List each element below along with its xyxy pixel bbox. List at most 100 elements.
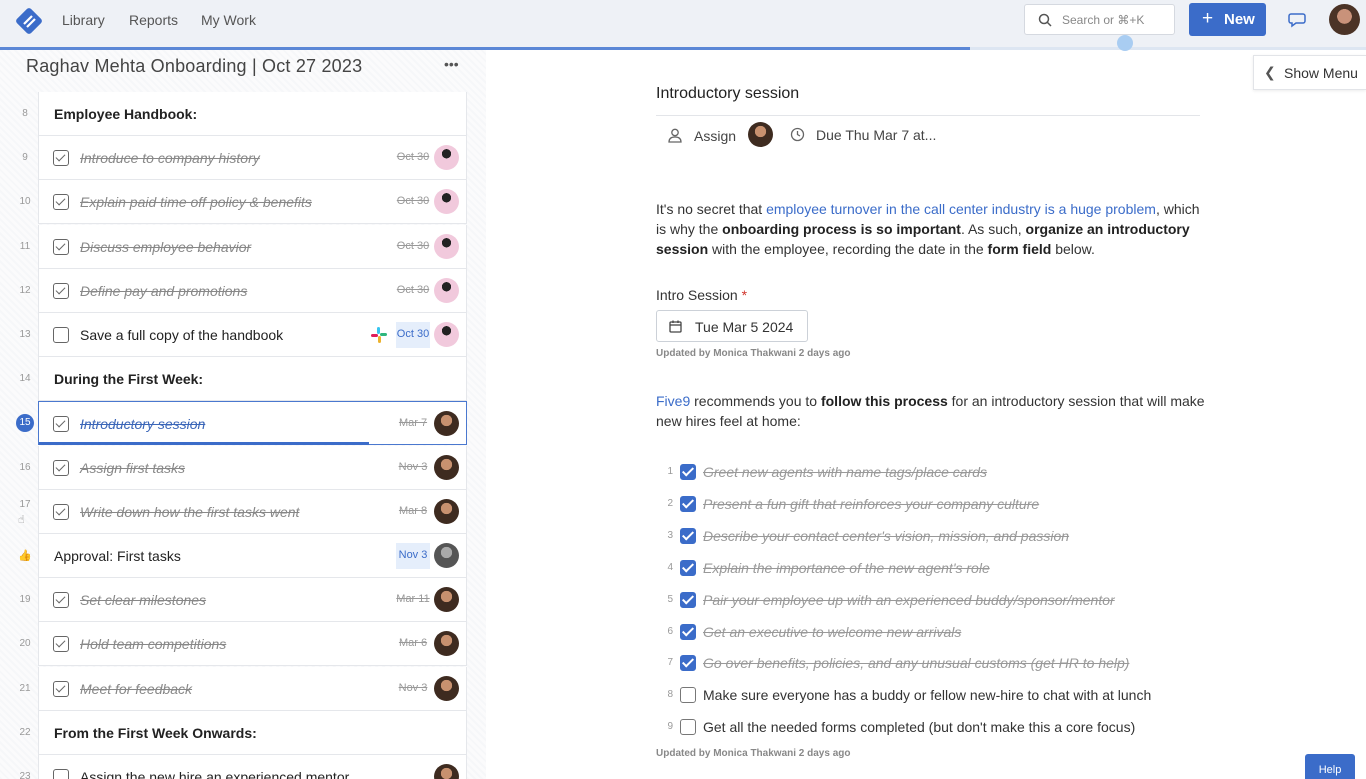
row-number: 12 [19,284,31,296]
item-checkbox[interactable] [680,495,696,512]
due-date-badge[interactable]: Oct 30 [396,150,430,164]
checklist-title[interactable]: Raghav Mehta Onboarding | Oct 27 2023 [26,56,362,77]
assignee-avatar[interactable] [434,233,459,259]
due-date-badge[interactable]: Nov 3 [396,460,430,474]
due-date-badge[interactable]: Oct 30 [396,194,430,208]
slack-icon[interactable] [370,326,388,344]
search-input[interactable]: Search or ⌘+K [1024,4,1175,35]
task-checkbox[interactable] [53,282,69,299]
checklist-item[interactable]: 7 Go over benefits, policies, and any unu… [664,653,1224,675]
assignee-avatar[interactable] [434,631,459,657]
due-date-badge[interactable]: Nov 3 [396,543,430,569]
task-label: Introductory session [80,416,206,433]
intro-text: with the employee, recording the date in… [708,241,988,257]
show-menu-button[interactable]: ❮ Show Menu [1253,55,1366,90]
task-checkbox[interactable] [53,636,69,653]
task-row[interactable]: Meet for feedback Nov 3 [38,666,467,711]
task-checkbox[interactable] [53,416,69,433]
item-checkbox[interactable] [680,687,696,704]
assignee-avatar[interactable] [434,411,459,437]
task-row[interactable]: Assign first tasks Nov 3 [38,445,467,490]
task-row[interactable]: Hold team competitions Mar 6 [38,622,467,667]
item-number: 8 [667,689,673,701]
title-divider [656,115,1200,116]
chat-icon[interactable] [1288,12,1306,28]
task-checkbox[interactable] [53,238,69,255]
task-checkbox[interactable] [53,503,69,520]
due-date-badge[interactable]: Oct 30 [396,239,430,253]
due-date-badge[interactable]: Nov 3 [396,681,430,695]
checklist-item[interactable]: 2 Present a fun gift that reinforces your… [664,494,1224,516]
task-checkbox[interactable] [53,769,69,779]
task-row[interactable]: Introductory session Mar 7 [38,401,467,446]
checklist-item[interactable]: 4 Explain the importance of the new agent… [664,558,1224,580]
due-date-badge[interactable]: Oct 30 [396,283,430,297]
due-date-badge[interactable]: Oct 30 [396,322,430,348]
checklist-item[interactable]: 6 Get an executive to welcome new arrival… [664,622,1224,644]
task-label: Approval: First tasks [54,548,181,564]
assignee-avatar[interactable] [748,122,773,147]
assignee-avatar[interactable] [434,543,459,568]
section-header[interactable]: During the First Week: [38,357,467,402]
checklist-item[interactable]: 8 Make sure everyone has a buddy or fello… [664,685,1224,707]
turnover-link[interactable]: employee turnover in the call center ind… [766,201,1156,217]
more-options-icon[interactable]: ••• [444,56,459,72]
item-checkbox[interactable] [680,559,696,576]
due-date-badge[interactable]: Mar 11 [396,592,430,606]
task-row[interactable]: Set clear milestones Mar 11 [38,578,467,623]
new-button[interactable]: + New [1189,3,1266,36]
task-row[interactable]: Explain paid time off policy & benefits O… [38,180,467,225]
checklist-item[interactable]: 9 Get all the needed forms completed (but… [664,717,1224,739]
app-logo[interactable] [14,6,44,36]
help-button[interactable]: Help [1305,754,1355,779]
due-date-badge[interactable]: Mar 6 [396,636,430,650]
nav-my-work[interactable]: My Work [201,12,256,28]
item-checkbox[interactable] [680,623,696,640]
assignee-avatar[interactable] [434,454,459,480]
assignee-avatar[interactable] [434,675,459,701]
assignee-avatar[interactable] [434,189,459,215]
assignee-avatar[interactable] [434,764,459,779]
assignee-avatar[interactable] [434,322,459,347]
checklist-item[interactable]: 3 Describe your contact center's vision, … [664,526,1224,548]
task-checkbox[interactable] [53,680,69,697]
assign-button[interactable]: Assign [694,128,736,144]
assignee-avatar[interactable] [434,587,459,613]
intro-session-date-field[interactable]: Tue Mar 5 2024 [656,310,808,342]
task-checkbox[interactable] [53,459,69,476]
task-checkbox[interactable] [53,150,69,167]
section-header[interactable]: Employee Handbook: [38,92,467,136]
nav-reports[interactable]: Reports [129,12,178,28]
assignee-avatar[interactable] [434,145,459,171]
task-row[interactable]: Define pay and promotions Oct 30 [38,268,467,313]
intro-session-label: Intro Session * [656,287,747,303]
task-row[interactable]: Approval: First tasks Nov 3 [38,534,467,578]
item-checkbox[interactable] [680,655,696,672]
task-checkbox[interactable] [53,592,69,609]
assignee-avatar[interactable] [434,277,459,303]
due-date-button[interactable]: Due Thu Mar 7 at... [816,127,936,143]
task-row[interactable]: Save a full copy of the handbook Oct 30 [38,313,467,357]
task-label: Discuss employee behavior [80,238,252,255]
task-checkbox[interactable] [53,194,69,211]
task-row[interactable]: Assign the new hire an experienced mento… [38,755,467,779]
task-row[interactable]: Introduce to company history Oct 30 [38,136,467,181]
task-checkbox[interactable] [53,327,69,343]
section-header[interactable]: From the First Week Onwards: [38,710,467,755]
item-checkbox[interactable] [680,719,696,736]
due-date-badge[interactable]: Mar 7 [396,416,430,430]
checklist-item[interactable]: 1 Greet new agents with name tags/place c… [664,462,1224,484]
nav-library[interactable]: Library [62,12,105,28]
task-row[interactable]: Discuss employee behavior Oct 30 [38,224,467,269]
task-row[interactable]: Write down how the first tasks went Mar 8 [38,489,467,534]
assignee-avatar[interactable] [434,498,459,524]
user-avatar[interactable] [1329,4,1360,35]
five9-link[interactable]: Five9 [656,393,690,409]
item-checkbox[interactable] [680,591,696,608]
clock-icon [790,127,805,142]
row-number: 14 [19,373,31,385]
due-date-badge[interactable]: Mar 8 [396,504,430,518]
item-checkbox[interactable] [680,527,696,544]
checklist-item[interactable]: 5 Pair your employee up with an experienc… [664,590,1224,612]
item-checkbox[interactable] [680,464,696,480]
